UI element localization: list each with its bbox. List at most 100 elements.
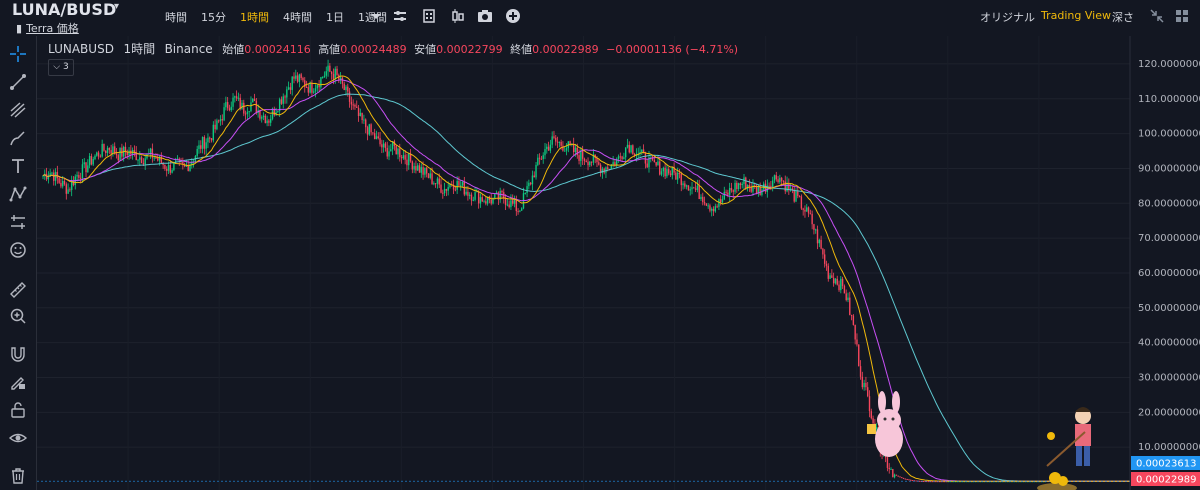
candle-body xyxy=(660,171,663,175)
lock-pen-icon[interactable] xyxy=(8,372,28,392)
pitchfork-icon[interactable] xyxy=(8,100,28,120)
candle-body xyxy=(320,77,322,88)
candle-body xyxy=(164,164,166,169)
candle-body xyxy=(296,75,299,82)
candle-body xyxy=(139,157,141,160)
candle-body xyxy=(313,91,315,93)
candle-body xyxy=(345,86,347,91)
candle-body xyxy=(546,146,548,150)
open-value: 0.00024116 xyxy=(244,43,311,56)
candle-body xyxy=(370,124,372,133)
pair-title[interactable]: LUNA/BUSD xyxy=(12,0,116,19)
candle-body xyxy=(589,161,591,166)
candle-body xyxy=(807,207,810,214)
price-link[interactable]: ▮ Terra 価格 xyxy=(16,20,79,36)
candle-body xyxy=(804,209,806,212)
candle-body xyxy=(228,108,231,111)
candle-body xyxy=(859,366,862,377)
y-tick-label: 120.00000000 xyxy=(1138,59,1200,70)
low-label: 安値 xyxy=(414,43,437,56)
candle-body xyxy=(429,173,431,178)
candle-body xyxy=(81,164,84,179)
price-label[interactable]: Terra 価格 xyxy=(26,22,79,35)
candle-body xyxy=(169,164,171,173)
candle-body xyxy=(173,162,175,171)
candle-body xyxy=(818,239,821,244)
candle-body xyxy=(623,157,625,159)
candle-body xyxy=(585,160,587,162)
candle-body xyxy=(221,119,223,121)
y-tick-label: 70.00000000 xyxy=(1138,233,1200,244)
lock-icon[interactable] xyxy=(8,400,28,420)
magnet-icon[interactable] xyxy=(8,344,28,364)
candle-type-icon[interactable] xyxy=(450,8,466,24)
ruler-icon[interactable] xyxy=(8,280,28,300)
emoji-icon[interactable] xyxy=(8,240,28,260)
eye-icon[interactable] xyxy=(8,428,28,448)
price-chart[interactable]: 120.00000000 110.00000000 100.00000000 90.0… xyxy=(37,36,1200,490)
measure-icon[interactable] xyxy=(8,212,28,232)
candle-body xyxy=(510,200,512,208)
candle-body xyxy=(106,147,109,153)
text-icon[interactable] xyxy=(8,156,28,176)
y-tick-label: 60.00000000 xyxy=(1138,268,1200,279)
candle-body xyxy=(841,278,844,286)
candle-body xyxy=(146,153,148,159)
candle-body xyxy=(373,133,376,140)
candle-body xyxy=(302,78,304,81)
tab-15m[interactable]: 15分 xyxy=(201,9,226,25)
candle-body xyxy=(528,182,530,187)
candle-body xyxy=(214,124,216,130)
candle-body xyxy=(237,97,240,99)
tab-time[interactable]: 時間 xyxy=(165,9,187,25)
zoom-icon[interactable] xyxy=(8,306,28,326)
candle-body xyxy=(578,155,580,161)
candle-body xyxy=(133,149,136,153)
candle-body xyxy=(458,181,460,186)
tab-1d[interactable]: 1日 xyxy=(326,9,344,25)
more-intervals-chevron-icon[interactable] xyxy=(368,8,384,24)
candle-body xyxy=(144,158,146,165)
candle-body xyxy=(427,173,430,178)
indicators-icon[interactable] xyxy=(421,8,437,24)
fullscreen-icon[interactable] xyxy=(1174,8,1190,24)
view-tradingview[interactable]: Trading View xyxy=(1041,9,1111,22)
tab-1h[interactable]: 1時間 xyxy=(240,9,269,25)
brush-icon[interactable] xyxy=(8,128,28,148)
camera-icon[interactable] xyxy=(477,8,493,24)
candle-body xyxy=(460,185,462,187)
trash-icon[interactable] xyxy=(8,466,28,486)
view-depth[interactable]: 深さ xyxy=(1112,9,1134,25)
candle-body xyxy=(117,155,119,161)
candle-body xyxy=(583,158,586,161)
indicator-toggle-button[interactable]: ⌵ 3 xyxy=(48,59,74,76)
collapse-icon[interactable] xyxy=(1149,8,1165,24)
trendline-icon[interactable] xyxy=(8,72,28,92)
candle-body xyxy=(508,204,510,208)
candle-body xyxy=(246,111,249,114)
candle-body xyxy=(366,127,369,135)
candle-body xyxy=(513,200,516,204)
candle-body xyxy=(434,183,437,185)
settings-sliders-icon[interactable] xyxy=(392,8,408,24)
candle-body xyxy=(646,163,648,168)
add-circle-icon[interactable] xyxy=(505,8,521,24)
view-original[interactable]: オリジナル xyxy=(980,9,1035,25)
candle-body xyxy=(698,185,700,200)
candle-body xyxy=(271,108,274,119)
candle-body xyxy=(234,96,236,98)
candle-body xyxy=(768,185,770,187)
candle-body xyxy=(368,124,370,135)
candle-body xyxy=(786,182,788,192)
tab-4h[interactable]: 4時間 xyxy=(283,9,312,25)
candle-body xyxy=(556,141,559,143)
candle-body xyxy=(572,143,575,153)
crosshair-icon[interactable] xyxy=(8,44,28,64)
candle-body xyxy=(535,164,537,178)
chevron-down-icon[interactable]: ▾ xyxy=(114,1,119,12)
pattern-icon[interactable] xyxy=(8,184,28,204)
candle-body xyxy=(115,153,118,156)
candle-body xyxy=(481,197,483,202)
candle-body xyxy=(590,161,593,163)
candle-body xyxy=(630,145,632,153)
